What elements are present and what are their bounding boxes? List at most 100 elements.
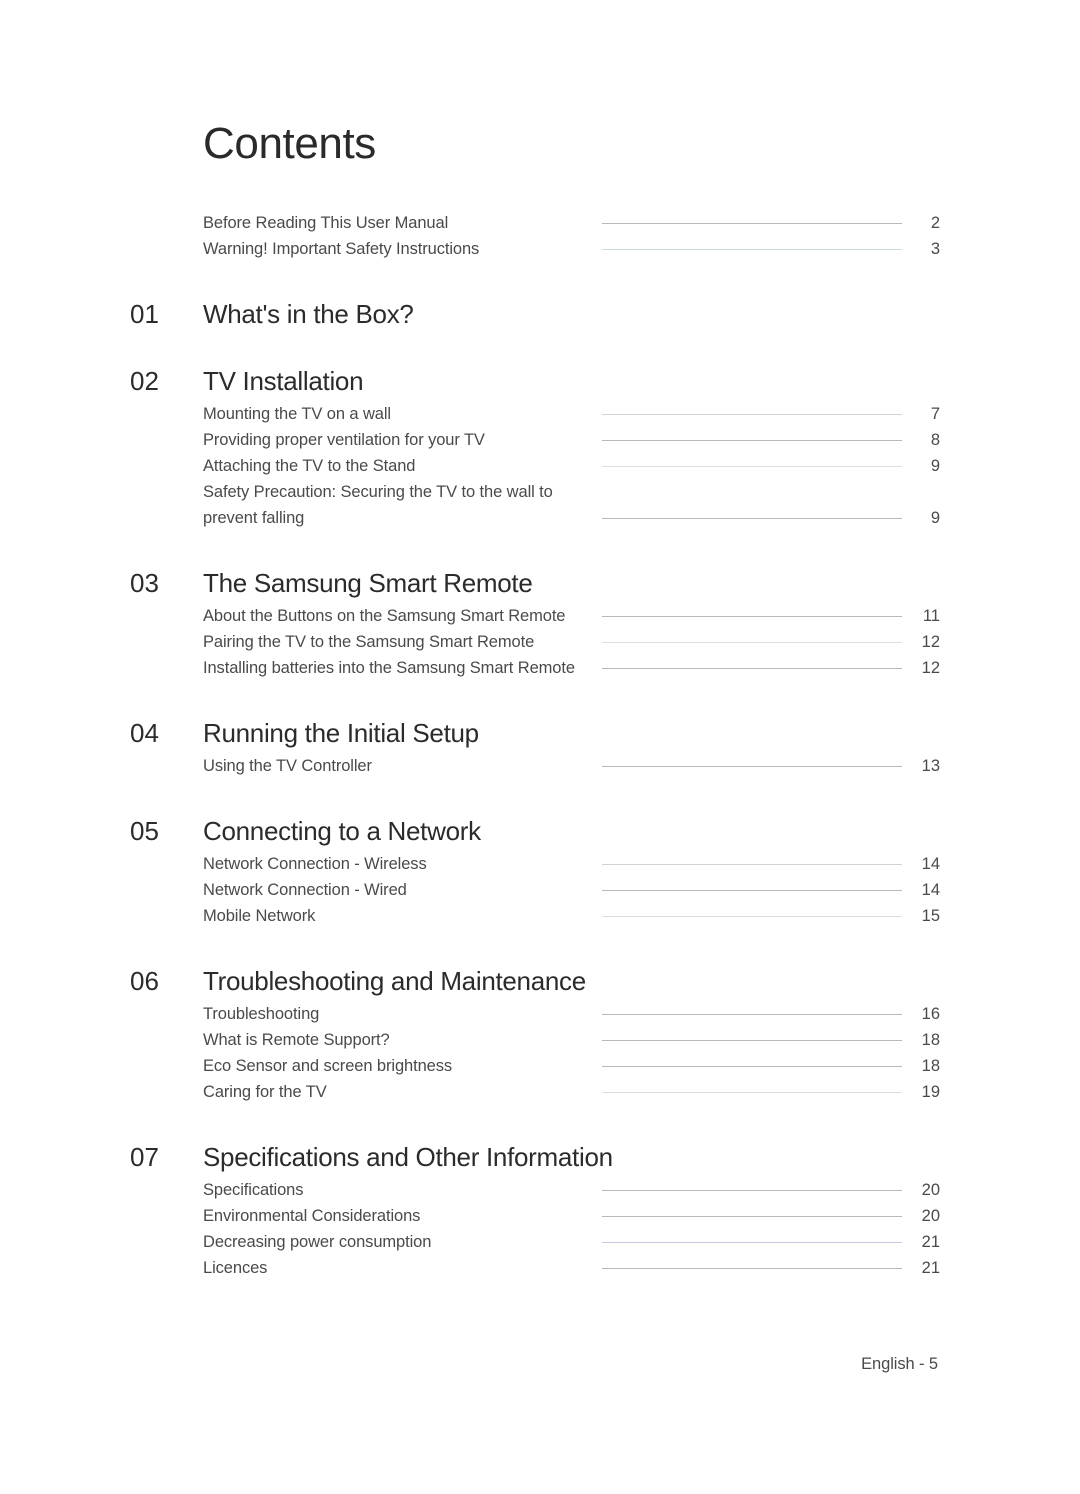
toc-entry[interactable]: Mounting the TV on a wall 7	[130, 402, 940, 428]
toc-entry-label: Decreasing power consumption	[203, 1233, 432, 1252]
toc-entry[interactable]: Mobile Network 15	[130, 904, 940, 930]
toc-page-number: 20	[921, 1181, 940, 1200]
chapter-list: 01 What's in the Box? 02 TV Installation Mou…	[130, 299, 940, 1282]
toc-leader-line	[602, 249, 908, 251]
chapter-number: 02	[130, 365, 159, 396]
toc-page-number: 2	[930, 214, 940, 233]
toc-entry[interactable]: Troubleshooting 16	[130, 1002, 940, 1028]
toc-entry-label: Environmental Considerations	[203, 1207, 421, 1226]
toc-entry-label: Mounting the TV on a wall	[203, 405, 391, 424]
chapter-entry-list: Specifications 20 Environmental Considerat…	[130, 1178, 940, 1282]
toc-page-number: 14	[921, 855, 940, 874]
toc-entry-label: Warning! Important Safety Instructions	[203, 240, 480, 259]
chapter-heading[interactable]: 06 Troubleshooting and Maintenance	[130, 966, 940, 997]
toc-entry-label: Providing proper ventilation for your TV	[203, 431, 485, 450]
chapter-number: 04	[130, 717, 159, 748]
toc-page-number: 9	[930, 457, 940, 476]
page-footer: English - 5	[861, 1355, 938, 1373]
toc-entry[interactable]: Attaching the TV to the Stand 9	[130, 454, 940, 480]
toc-leader-line	[602, 414, 908, 416]
toc-page-number: 15	[921, 907, 940, 926]
chapter-heading[interactable]: 05 Connecting to a Network	[130, 816, 940, 847]
toc-leader-line	[602, 916, 908, 918]
chapter-title: What's in the Box?	[203, 298, 414, 329]
toc-page-number: 18	[921, 1031, 940, 1050]
toc-entry-label: Using the TV Controller	[203, 757, 372, 776]
chapter-title: Running the Initial Setup	[203, 717, 479, 748]
toc-leader-line	[602, 1092, 908, 1094]
toc-leader-line	[602, 1066, 908, 1068]
toc-entry[interactable]: Specifications 20	[130, 1178, 940, 1204]
toc-entry-label: Licences	[203, 1259, 268, 1278]
toc-page-number: 20	[921, 1207, 940, 1226]
toc-leader-line	[602, 223, 908, 225]
chapter-section-01: 01 What's in the Box?	[130, 299, 940, 330]
chapter-entry-list: Network Connection - Wireless 14 Network C…	[130, 852, 940, 930]
toc-entry[interactable]: Environmental Considerations 20	[130, 1204, 940, 1230]
toc-page-number: 12	[921, 633, 940, 652]
toc-page-number: 13	[921, 757, 940, 776]
toc-entry[interactable]: Providing proper ventilation for your TV…	[130, 428, 940, 454]
chapter-section-06: 06 Troubleshooting and Maintenance Trouble…	[130, 966, 940, 1106]
chapter-title: The Samsung Smart Remote	[203, 567, 533, 598]
toc-entry[interactable]: Warning! Important Safety Instructions 3	[130, 237, 940, 263]
toc-page-number: 16	[921, 1005, 940, 1024]
toc-entry[interactable]: Installing batteries into the Samsung Sm…	[130, 656, 940, 682]
toc-entry[interactable]: Pairing the TV to the Samsung Smart Remo…	[130, 630, 940, 656]
toc-page-number: 7	[930, 405, 940, 424]
toc-entry[interactable]: Caring for the TV 19	[130, 1080, 940, 1106]
toc-entry-label: Network Connection - Wireless	[203, 855, 427, 874]
chapter-title: Specifications and Other Information	[203, 1141, 613, 1172]
chapter-title: TV Installation	[203, 365, 364, 396]
manual-contents-page: Contents Before Reading This User Manual…	[0, 0, 1080, 1494]
toc-entry-label: prevent falling	[203, 509, 305, 528]
toc-entry-label: Before Reading This User Manual	[203, 214, 449, 233]
toc-entry[interactable]: Licences 21	[130, 1256, 940, 1282]
toc-leader-line	[602, 466, 908, 468]
toc-entry-label: Caring for the TV	[203, 1083, 327, 1102]
toc-entry[interactable]: Network Connection - Wireless 14	[130, 852, 940, 878]
toc-leader-line	[602, 1268, 908, 1270]
toc-leader-line	[602, 864, 908, 866]
chapter-entry-list: Troubleshooting 16 What is Remote Support?…	[130, 1002, 940, 1106]
toc-page-number: 14	[921, 881, 940, 900]
contents-body: Contents Before Reading This User Manual…	[130, 118, 940, 1282]
chapter-heading[interactable]: 03 The Samsung Smart Remote	[130, 568, 940, 599]
toc-entry-label: Specifications	[203, 1181, 304, 1200]
chapter-number: 07	[130, 1141, 159, 1172]
chapter-section-05: 05 Connecting to a Network Network Connect…	[130, 816, 940, 930]
toc-leader-line	[602, 668, 908, 670]
toc-entry[interactable]: Safety Precaution: Securing the TV to th…	[130, 480, 940, 506]
toc-entry-continuation[interactable]: prevent falling 9	[130, 506, 940, 532]
toc-entry[interactable]: Before Reading This User Manual 2	[130, 211, 940, 237]
toc-entry-label: Network Connection - Wired	[203, 881, 407, 900]
toc-entry[interactable]: Decreasing power consumption 21	[130, 1230, 940, 1256]
toc-page-number: 8	[930, 431, 940, 450]
chapter-heading[interactable]: 04 Running the Initial Setup	[130, 718, 940, 749]
toc-leader-line	[602, 518, 908, 520]
toc-leader-line	[602, 616, 908, 618]
toc-entry[interactable]: Using the TV Controller 13	[130, 754, 940, 780]
chapter-title: Troubleshooting and Maintenance	[203, 965, 586, 996]
chapter-number: 03	[130, 567, 159, 598]
chapter-heading[interactable]: 07 Specifications and Other Information	[130, 1142, 940, 1173]
toc-entry[interactable]: Network Connection - Wired 14	[130, 878, 940, 904]
toc-leader-line	[602, 440, 908, 442]
toc-entry-label: Safety Precaution: Securing the TV to th…	[203, 483, 553, 502]
toc-entry-label: Mobile Network	[203, 907, 316, 926]
toc-entry[interactable]: About the Buttons on the Samsung Smart R…	[130, 604, 940, 630]
toc-leader-line	[602, 1040, 908, 1042]
toc-entry-label: Attaching the TV to the Stand	[203, 457, 416, 476]
toc-page-number: 21	[921, 1259, 940, 1278]
toc-page-number: 9	[930, 509, 940, 528]
toc-leader-line	[602, 1014, 908, 1016]
toc-entry[interactable]: What is Remote Support? 18	[130, 1028, 940, 1054]
chapter-heading[interactable]: 02 TV Installation	[130, 366, 940, 397]
toc-page-number: 21	[921, 1233, 940, 1252]
chapter-number: 06	[130, 965, 159, 996]
toc-entry[interactable]: Eco Sensor and screen brightness 18	[130, 1054, 940, 1080]
toc-entry-label: Eco Sensor and screen brightness	[203, 1057, 453, 1076]
chapter-number: 05	[130, 815, 159, 846]
toc-page-number: 19	[921, 1083, 940, 1102]
chapter-heading[interactable]: 01 What's in the Box?	[130, 299, 940, 330]
